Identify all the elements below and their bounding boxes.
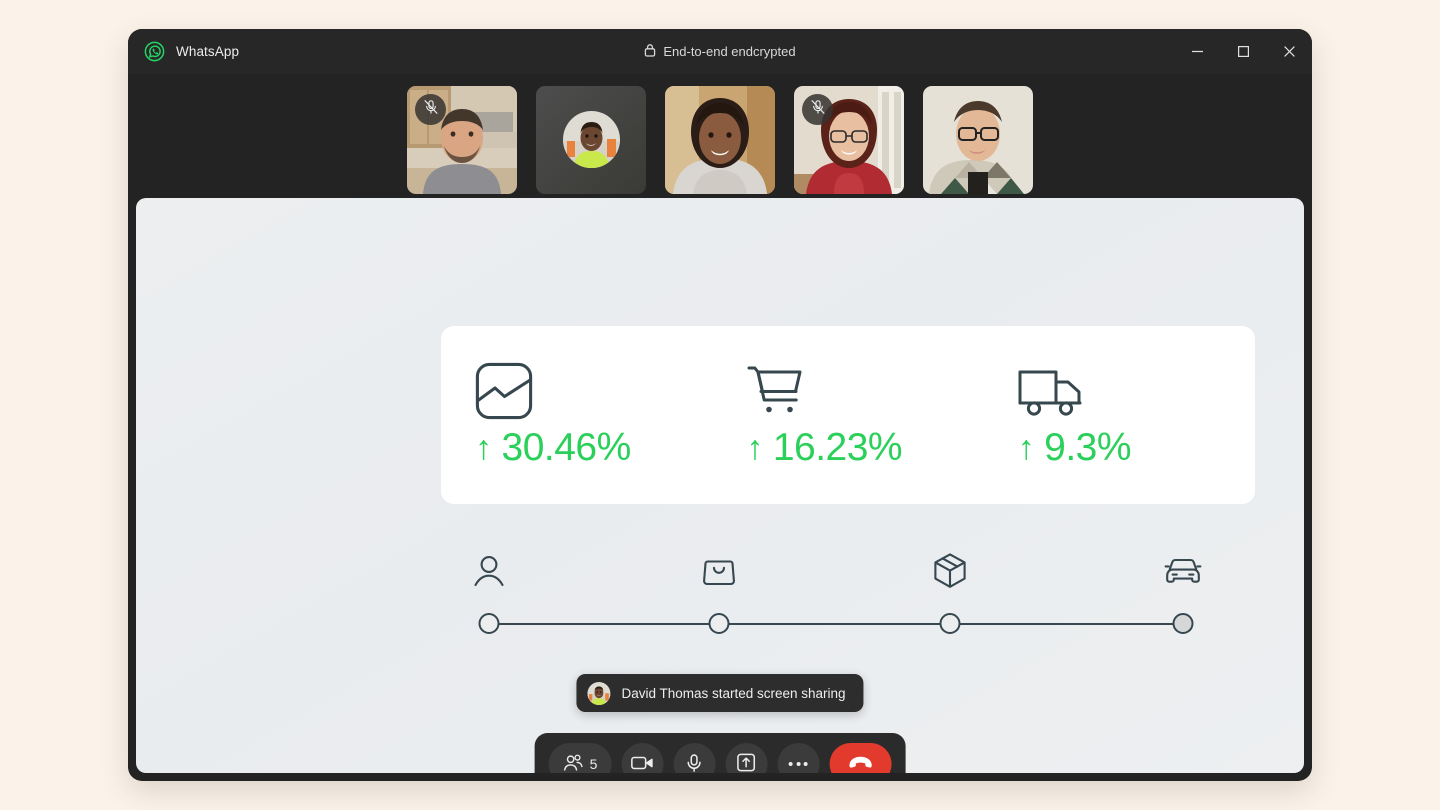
microphone-muted-icon	[423, 99, 439, 120]
encryption-label: End-to-end endcrypted	[663, 44, 796, 59]
participant-thumbnail-strip	[128, 74, 1312, 205]
delivery-truck-icon	[1018, 360, 1084, 422]
whatsapp-logo-icon	[144, 41, 165, 62]
avatar	[587, 681, 611, 705]
metric-value: ↑ 30.46%	[475, 426, 631, 470]
up-arrow-icon: ↑	[746, 429, 763, 467]
participant-tile[interactable]	[665, 85, 775, 194]
encryption-status: End-to-end endcrypted	[128, 43, 1312, 60]
order-journey-stepper	[474, 548, 1202, 648]
end-call-button[interactable]	[829, 743, 892, 773]
microphone-icon	[686, 753, 703, 774]
microphone-muted-icon	[810, 99, 826, 120]
step-dot-packed[interactable]	[939, 613, 961, 634]
share-screen-icon	[737, 753, 756, 773]
step-dot-order[interactable]	[708, 613, 730, 634]
microphone-button[interactable]	[673, 743, 716, 774]
more-options-button[interactable]	[777, 743, 820, 773]
camera-button[interactable]	[621, 743, 664, 774]
metric-delivery: ↑ 9.3%	[984, 360, 1255, 470]
person-icon	[473, 548, 505, 594]
video-camera-icon	[631, 754, 654, 774]
avatar	[562, 111, 620, 168]
minimize-button[interactable]	[1174, 29, 1220, 74]
step-dot-customer[interactable]	[478, 613, 500, 634]
metric-number: 9.3%	[1044, 426, 1132, 469]
participant-tile[interactable]	[923, 85, 1033, 194]
window-controls	[1174, 29, 1312, 74]
screen-share-toast: David Thomas started screen sharing	[576, 674, 864, 712]
people-icon	[563, 753, 584, 774]
metric-number: 30.46%	[501, 426, 632, 469]
app-brand: WhatsApp	[128, 41, 239, 62]
toast-message: David Thomas started screen sharing	[621, 685, 846, 701]
shopping-cart-icon	[746, 360, 804, 422]
metric-value: ↑ 9.3%	[1017, 426, 1132, 470]
metric-cart: ↑ 16.23%	[712, 360, 983, 470]
hangup-phone-icon	[847, 755, 873, 773]
up-arrow-icon: ↑	[475, 429, 492, 467]
whatsapp-window: WhatsApp End-to-end endcrypted ↑ 30.46% …	[128, 29, 1312, 781]
muted-badge	[415, 93, 446, 125]
step-dot-delivery[interactable]	[1172, 613, 1194, 634]
avatar-placeholder	[536, 86, 646, 194]
muted-badge	[802, 93, 833, 125]
participants-count: 5	[589, 756, 598, 772]
app-title: WhatsApp	[176, 44, 240, 59]
shopping-bag-icon	[703, 548, 735, 594]
metrics-card: ↑ 30.46% ↑ 16.23% ↑ 9.3%	[441, 326, 1255, 504]
participant-tile[interactable]	[536, 85, 646, 194]
up-arrow-icon: ↑	[1017, 429, 1035, 467]
participants-button[interactable]: 5	[548, 743, 612, 774]
participant-tile[interactable]	[794, 85, 904, 194]
lock-icon	[644, 43, 656, 60]
car-icon	[1164, 548, 1202, 594]
metric-visits: ↑ 30.46%	[441, 360, 712, 470]
shared-screen-stage: ↑ 30.46% ↑ 16.23% ↑ 9.3% David Thomas st…	[136, 198, 1304, 773]
close-button[interactable]	[1266, 29, 1312, 74]
package-box-icon	[932, 548, 968, 594]
stepper-track	[489, 623, 1183, 625]
metric-value: ↑ 16.23%	[746, 426, 902, 470]
metric-number: 16.23%	[772, 426, 903, 469]
call-control-bar: 5	[534, 733, 906, 774]
maximize-button[interactable]	[1220, 29, 1266, 74]
participant-tile[interactable]	[407, 85, 517, 194]
share-screen-button[interactable]	[725, 743, 768, 773]
chart-image-icon	[475, 360, 533, 422]
titlebar: WhatsApp End-to-end endcrypted	[128, 29, 1312, 74]
stepper-icons	[474, 548, 1202, 600]
ellipsis-icon	[788, 762, 808, 766]
